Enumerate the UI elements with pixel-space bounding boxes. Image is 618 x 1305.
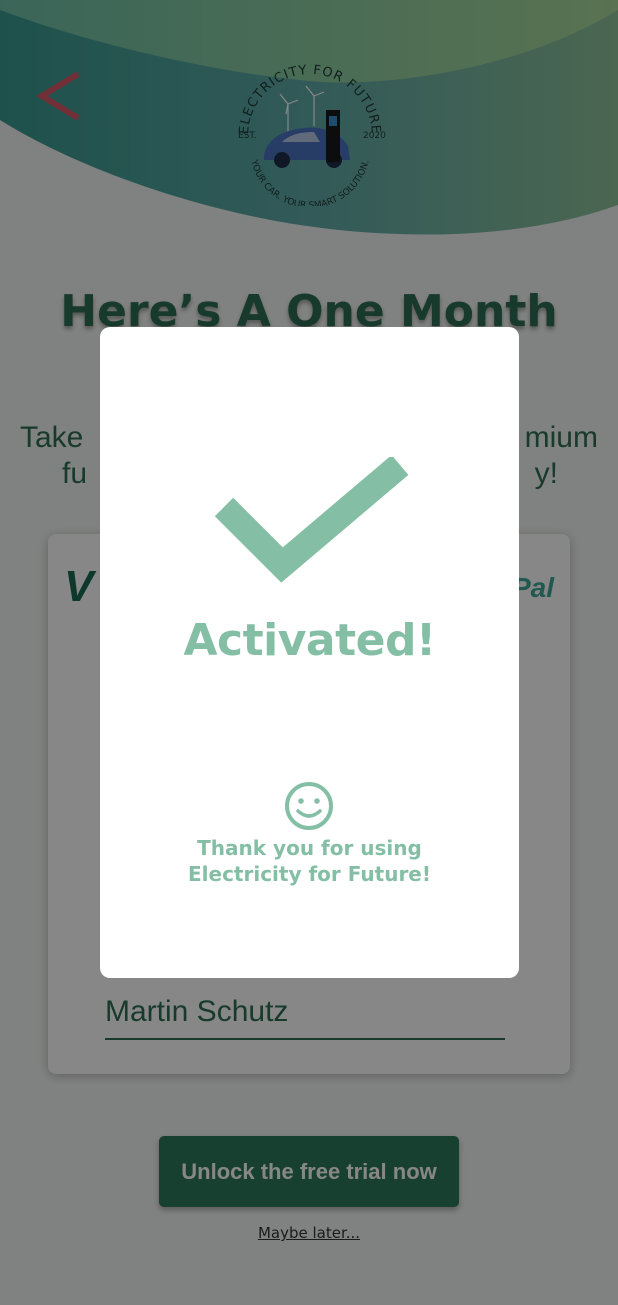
activation-modal: Activated! Thank you for using Electrici…: [100, 327, 519, 978]
modal-message-line1: Thank you for using: [197, 836, 422, 860]
checkmark-icon: [214, 457, 409, 583]
smile-icon: [285, 782, 333, 830]
modal-message: Thank you for using Electricity for Futu…: [120, 835, 499, 887]
modal-title: Activated!: [183, 615, 436, 666]
page: ELECTRICITY FOR FUTURE YOUR CAR. YOUR SM…: [0, 0, 618, 1305]
modal-message-line2: Electricity for Future!: [187, 862, 431, 886]
